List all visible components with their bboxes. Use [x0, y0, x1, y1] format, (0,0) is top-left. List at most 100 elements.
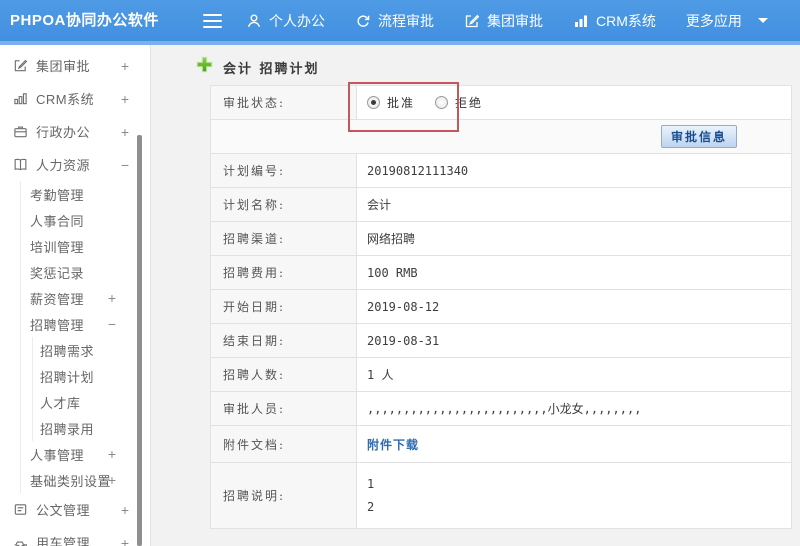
sidebar-item-training[interactable]: 培训管理 — [21, 233, 150, 259]
form-row-recruitment-cost: 招聘费用: 100 RMB — [211, 256, 791, 290]
caret-down-icon — [757, 18, 768, 23]
form-row-approvers: 审批人员: ,,,,,,,,,,,,,,,,,,,,,,,,,小龙女,,,,,,… — [211, 392, 791, 426]
sidebar-item-official-documents[interactable]: 公文管理 + — [0, 493, 150, 526]
recruitment-submenu: 招聘需求 招聘计划 人才库 招聘录用 — [32, 337, 150, 441]
radio-approve-label[interactable]: 批准 — [387, 94, 415, 111]
field-value: 网络招聘 — [367, 232, 416, 246]
radio-reject-label[interactable]: 拒绝 — [455, 94, 483, 111]
sidebar-item-admin-office[interactable]: 行政办公 + — [0, 115, 150, 148]
car-icon — [12, 535, 28, 546]
expand-icon[interactable]: + — [121, 91, 129, 107]
page-title: 会计 招聘计划 — [223, 61, 320, 77]
sidebar-item-personnel-management[interactable]: 人事管理 + — [21, 441, 150, 467]
sidebar-scrollbar-thumb[interactable] — [137, 135, 142, 546]
sidebar-item-recruitment[interactable]: 招聘管理 − — [21, 311, 150, 337]
edit-square-icon — [12, 58, 28, 74]
field-label: 招聘渠道: — [211, 222, 357, 255]
sidebar-item-recruitment-demand[interactable]: 招聘需求 — [33, 337, 150, 363]
field-label: 审批人员: — [211, 392, 357, 425]
sidebar-item-label: 人事管理 — [30, 447, 85, 463]
nav-label: 个人办公 — [269, 12, 325, 29]
nav-more-apps[interactable]: 更多应用 — [686, 11, 768, 31]
hamburger-menu-icon[interactable] — [203, 14, 222, 28]
bar-chart-icon — [573, 13, 589, 29]
nav-label: 更多应用 — [685, 12, 742, 29]
field-label: 招聘说明: — [211, 463, 357, 528]
field-label: 结束日期: — [211, 324, 357, 357]
field-label: 计划名称: — [211, 188, 357, 221]
nav-crm-system[interactable]: CRM系统 — [573, 11, 656, 31]
sidebar-item-label: CRM系统 — [36, 92, 95, 107]
hr-submenu: 考勤管理 人事合同 培训管理 奖惩记录 薪资管理 + 招聘管理 − 招聘需求 招… — [20, 181, 150, 493]
sidebar-item-crm[interactable]: CRM系统 + — [0, 82, 150, 115]
sidebar-item-rewards-punishments[interactable]: 奖惩记录 — [21, 259, 150, 285]
nav-workflow-approval[interactable]: 流程审批 — [355, 11, 434, 31]
refresh-icon — [355, 13, 371, 29]
user-icon — [246, 13, 262, 29]
sidebar-item-label: 招聘需求 — [40, 343, 95, 359]
expand-icon[interactable]: + — [121, 124, 129, 140]
sidebar-item-group-approval[interactable]: 集团审批 + — [0, 49, 150, 82]
form-row-recruitment-channel: 招聘渠道: 网络招聘 — [211, 222, 791, 256]
sidebar-item-base-category-settings[interactable]: 基础类别设置 + — [21, 467, 150, 493]
form-row-plan-number: 计划编号: 20190812111340 — [211, 154, 791, 188]
sidebar-item-human-resources[interactable]: 人力资源 − — [0, 148, 150, 181]
form-row-approval-info: 审批信息 — [211, 120, 791, 154]
sidebar-item-recruitment-plan[interactable]: 招聘计划 — [33, 363, 150, 389]
document-icon — [12, 502, 28, 518]
sidebar-item-label: 公文管理 — [36, 503, 91, 518]
form-row-headcount: 招聘人数: 1 人 — [211, 358, 791, 392]
sidebar-item-hr-contract[interactable]: 人事合同 — [21, 207, 150, 233]
field-value: 2019-08-12 — [367, 299, 440, 314]
sidebar-menu: 集团审批 + CRM系统 + 行政办公 + 人力资源 − 考勤管理 人事合同 培… — [0, 45, 151, 546]
sidebar-item-salary[interactable]: 薪资管理 + — [21, 285, 150, 311]
sidebar-item-label: 集团审批 — [36, 59, 91, 74]
collapse-icon[interactable]: − — [121, 157, 129, 173]
field-label: 附件文档: — [211, 426, 357, 462]
expand-icon[interactable]: + — [108, 290, 116, 306]
sidebar-item-label: 招聘计划 — [40, 369, 95, 385]
main-content: 会计 招聘计划 审批状态: 批准 拒绝 审批信息 计划编号: 201908121… — [151, 45, 800, 546]
field-label: 开始日期: — [211, 290, 357, 323]
nav-label: CRM系统 — [596, 12, 656, 29]
sidebar-item-label: 人事合同 — [30, 213, 85, 229]
recruitment-plan-detail-table: 审批状态: 批准 拒绝 审批信息 计划编号: 20190812111340 计划… — [210, 85, 792, 529]
app-logo[interactable]: PHPOA协同办公软件 — [10, 0, 159, 41]
nav-personal-office[interactable]: 个人办公 — [246, 11, 325, 31]
sidebar-item-label: 培训管理 — [30, 239, 85, 255]
field-value: 1 2 — [357, 463, 791, 528]
expand-icon[interactable]: + — [121, 535, 129, 546]
sidebar-item-label: 行政办公 — [36, 125, 91, 140]
sidebar-item-label: 用车管理 — [36, 536, 91, 546]
collapse-icon[interactable]: − — [108, 316, 116, 332]
sidebar-item-talent-pool[interactable]: 人才库 — [33, 389, 150, 415]
top-navigation-bar: PHPOA协同办公软件 个人办公 流程审批 集团审批 CRM系统 更多应用 — [0, 0, 800, 45]
attachment-download-link[interactable]: 附件下载 — [367, 436, 419, 453]
expand-icon[interactable]: + — [121, 502, 129, 518]
sidebar-item-attendance[interactable]: 考勤管理 — [21, 181, 150, 207]
description-line: 1 — [367, 477, 375, 491]
sidebar-item-label: 基础类别设置 — [30, 473, 112, 489]
expand-icon[interactable]: + — [108, 472, 116, 488]
approval-info-button[interactable]: 审批信息 — [660, 125, 737, 148]
sidebar-item-label: 人力资源 — [36, 158, 91, 173]
sidebar-item-label: 招聘录用 — [40, 421, 95, 437]
sidebar-item-label: 薪资管理 — [30, 291, 85, 307]
expand-icon[interactable]: + — [108, 446, 116, 462]
form-row-approval-status: 审批状态: 批准 拒绝 — [211, 86, 791, 120]
form-row-plan-name: 计划名称: 会计 — [211, 188, 791, 222]
field-value: ,,,,,,,,,,,,,,,,,,,,,,,,,小龙女,,,,,,,, — [367, 402, 642, 416]
expand-icon[interactable]: + — [121, 58, 129, 74]
briefcase-icon — [12, 124, 28, 140]
radio-approve[interactable] — [367, 96, 380, 109]
nav-label: 集团审批 — [487, 12, 543, 29]
nav-group-approval[interactable]: 集团审批 — [464, 11, 543, 31]
field-value: 1 人 — [367, 368, 394, 382]
form-row-start-date: 开始日期: 2019-08-12 — [211, 290, 791, 324]
field-value: 2019-08-31 — [367, 333, 440, 348]
field-value: 20190812111340 — [367, 163, 469, 178]
sidebar-item-vehicle-management[interactable]: 用车管理 + — [0, 526, 150, 546]
edit-icon — [464, 13, 480, 29]
radio-reject[interactable] — [435, 96, 449, 109]
sidebar-item-recruitment-hiring[interactable]: 招聘录用 — [33, 415, 150, 441]
